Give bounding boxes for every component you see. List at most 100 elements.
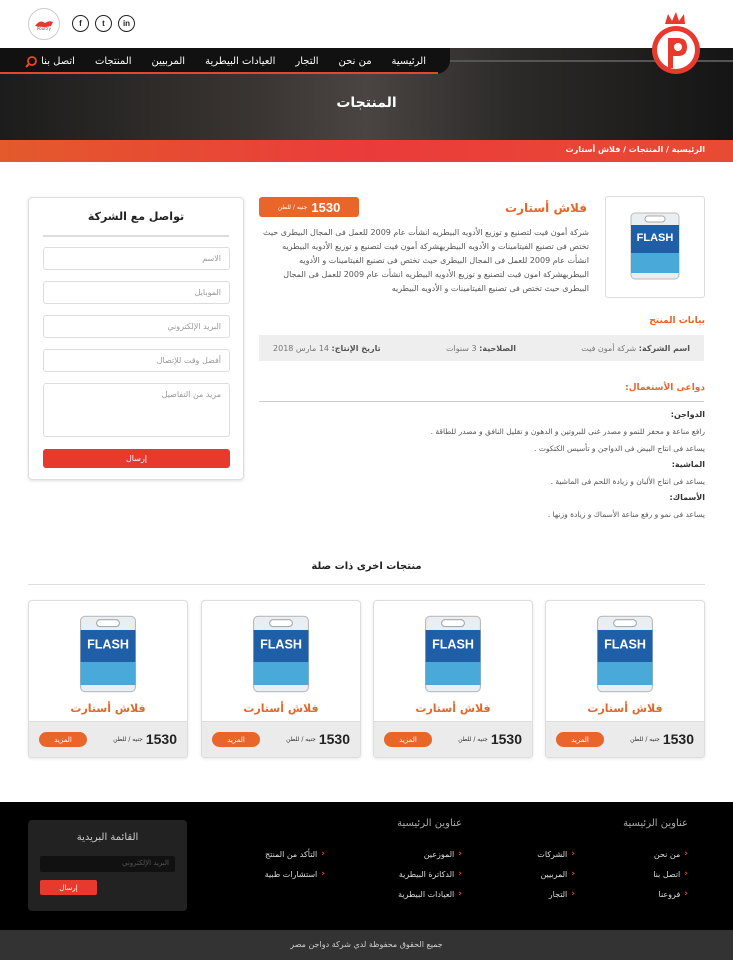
uses-poultry-2: يساعد فى انتاج البيض فى الدواجن و تأسيس … (534, 444, 705, 453)
twitter-icon[interactable]: t (95, 15, 112, 32)
product-bag-image: FLASH (630, 212, 680, 280)
card-title[interactable]: فلاش أستارت (546, 702, 704, 715)
footer-link[interactable]: ‹ استشارات طبية (265, 869, 325, 879)
product-image[interactable]: FLASH (605, 196, 705, 298)
product-description: شركة أمون فيت لتصنيع و توزيع الأدويه الب… (263, 228, 589, 293)
footer-link[interactable]: ‹ اتصل بنا (653, 869, 688, 879)
site-logo[interactable] (651, 10, 701, 76)
product-card[interactable]: FLASH فلاش أستارت 1530 جنيه / للطن المزيد (201, 600, 361, 758)
nav-breeders[interactable]: المربيين (142, 56, 196, 67)
card-title[interactable]: فلاش أستارت (374, 702, 532, 715)
uses-fish-heading: الأسماك: (669, 493, 705, 502)
nav-home[interactable]: الرئيسية (382, 56, 436, 67)
facebook-icon[interactable]: f (72, 15, 89, 32)
uses-cattle-heading: الماشية: (671, 460, 705, 469)
mobile-field[interactable]: الموبايل (43, 281, 230, 304)
search-icon[interactable] (24, 54, 38, 68)
social-links: in t f (72, 15, 135, 32)
product-card[interactable]: FLASH فلاش أستارت 1530 جنيه / للطن المزيد (28, 600, 188, 758)
submit-button[interactable]: إرسال (43, 449, 230, 468)
chevron-icon: ‹ (684, 889, 688, 899)
card-bag-image: FLASH (80, 615, 136, 693)
uses-poultry-heading: الدواجن: (670, 410, 705, 419)
related-divider (28, 584, 705, 585)
chevron-icon: ‹ (458, 869, 462, 879)
newsletter-box: القائمة البريدية البريد الإلكتروني إرسال (28, 820, 187, 911)
contact-form-title: تواصل مع الشركة (87, 210, 185, 223)
contact-time-field[interactable]: أفضل وقت للإتصال (43, 349, 230, 372)
footer-col1-title: عناوين الرئيسية (623, 818, 688, 829)
nav-contact[interactable]: اتصل بنا (31, 56, 85, 67)
footer-link[interactable]: ‹ التجار (549, 889, 575, 899)
product-card[interactable]: FLASH فلاش أستارت 1530 جنيه / للطن المزيد (373, 600, 533, 758)
newsletter-email-input[interactable]: البريد الإلكتروني (40, 856, 175, 872)
linkedin-icon[interactable]: in (118, 15, 135, 32)
more-button[interactable]: المزيد (212, 732, 260, 747)
product-name: فلاش أستارت (505, 201, 587, 215)
product-data-title: بيانات المنتج (649, 316, 705, 326)
nav-clinics[interactable]: العيادات البيطرية (195, 56, 285, 67)
name-field[interactable]: الاسم (43, 247, 230, 270)
card-price: 1530 جنيه / للطن (286, 731, 350, 747)
svg-text:Poultry: Poultry (37, 26, 52, 31)
footer-link[interactable]: ‹ المربيين (540, 869, 575, 879)
email-field[interactable]: البريد الإلكتروني (43, 315, 230, 338)
chevron-icon: ‹ (571, 889, 575, 899)
chevron-icon: ‹ (321, 869, 325, 879)
uses-title: دواعى الأستعمال: (625, 383, 705, 393)
spec-validity: الصلاحية: 3 سنوات (445, 343, 516, 353)
svg-text:FLASH: FLASH (637, 232, 674, 244)
card-bag-image: FLASH (425, 615, 481, 693)
newsletter-submit-button[interactable]: إرسال (40, 880, 97, 895)
card-price: 1530 جنيه / للطن (630, 731, 694, 747)
breadcrumb[interactable]: الرئيسية / المنتجات / فلاش أستارت (566, 145, 705, 154)
uses-poultry-1: رافع مناعة و محفز للنمو و مصدر غنى للبرو… (430, 427, 705, 436)
product-card[interactable]: FLASH فلاش أستارت 1530 جنيه / للطن المزيد (545, 600, 705, 758)
uses-cattle-1: يساعد فى انتاج الألبان و زيادة اللحم فى … (550, 477, 705, 486)
chevron-icon: ‹ (684, 849, 688, 859)
card-title[interactable]: فلاش أستارت (202, 702, 360, 715)
details-textarea[interactable]: مزيد من التفاصيل (43, 383, 230, 437)
form-divider (43, 235, 229, 237)
footer-link[interactable]: ‹ الموزعين (424, 849, 462, 859)
footer-col2-title: عناوين الرئيسية (397, 818, 462, 829)
uses-divider (259, 401, 704, 402)
card-footer: 1530 جنيه / للطن المزيد (29, 721, 187, 757)
product-specs: اسم الشركة: شركة أمون فيت الصلاحية: 3 سن… (259, 335, 704, 361)
price-value: 1530 (311, 199, 341, 215)
price-badge: 1530 جنيه / للطن (259, 197, 359, 217)
more-button[interactable]: المزيد (39, 732, 87, 747)
copyright: جميع الحقوق محفوظة لدي شركة دواجن مصر (0, 930, 733, 960)
footer-link[interactable]: ‹ الدكاترة البيطرية (399, 869, 462, 879)
footer-link[interactable]: ‹ من نحن (654, 849, 688, 859)
chevron-icon: ‹ (684, 869, 688, 879)
spec-production-date: تاريخ الإنتاج: 14 مارس 2018 (273, 343, 381, 353)
chevron-icon: ‹ (458, 889, 462, 899)
svg-text:FLASH: FLASH (260, 637, 302, 651)
contact-form: تواصل مع الشركة الاسم الموبايل البريد ال… (28, 197, 244, 480)
footer-link[interactable]: ‹ العيادات البيطرية (398, 889, 462, 899)
main-nav: الرئيسية من نحن التجار العيادات البيطرية… (0, 48, 450, 74)
nav-about[interactable]: من نحن (329, 56, 382, 67)
nav-underline (0, 72, 438, 74)
nav-traders[interactable]: التجار (285, 56, 328, 67)
footer-link[interactable]: ‹ التأكد من المنتج (265, 849, 325, 859)
card-footer: 1530 جنيه / للطن المزيد (202, 721, 360, 757)
card-price: 1530 جنيه / للطن (458, 731, 522, 747)
card-price: 1530 جنيه / للطن (113, 731, 177, 747)
card-title[interactable]: فلاش أستارت (29, 702, 187, 715)
footer-link[interactable]: ‹ الشركات (537, 849, 575, 859)
footer-link[interactable]: ‹ فروعنا (659, 889, 688, 899)
more-button[interactable]: المزيد (556, 732, 604, 747)
uses-fish-1: يساعد فى نمو و رفع مناعة الأسماك و زيادة… (547, 510, 705, 519)
partner-logo[interactable]: Poultry (28, 8, 60, 40)
card-bag-image: FLASH (597, 615, 653, 693)
price-unit: جنيه / للطن (277, 203, 308, 211)
more-button[interactable]: المزيد (384, 732, 432, 747)
card-bag-image: FLASH (253, 615, 309, 693)
svg-text:FLASH: FLASH (432, 637, 474, 651)
nav-products[interactable]: المنتجات (85, 56, 142, 67)
newsletter-title: القائمة البريدية (76, 832, 139, 843)
chevron-icon: ‹ (458, 849, 462, 859)
svg-text:FLASH: FLASH (87, 637, 129, 651)
